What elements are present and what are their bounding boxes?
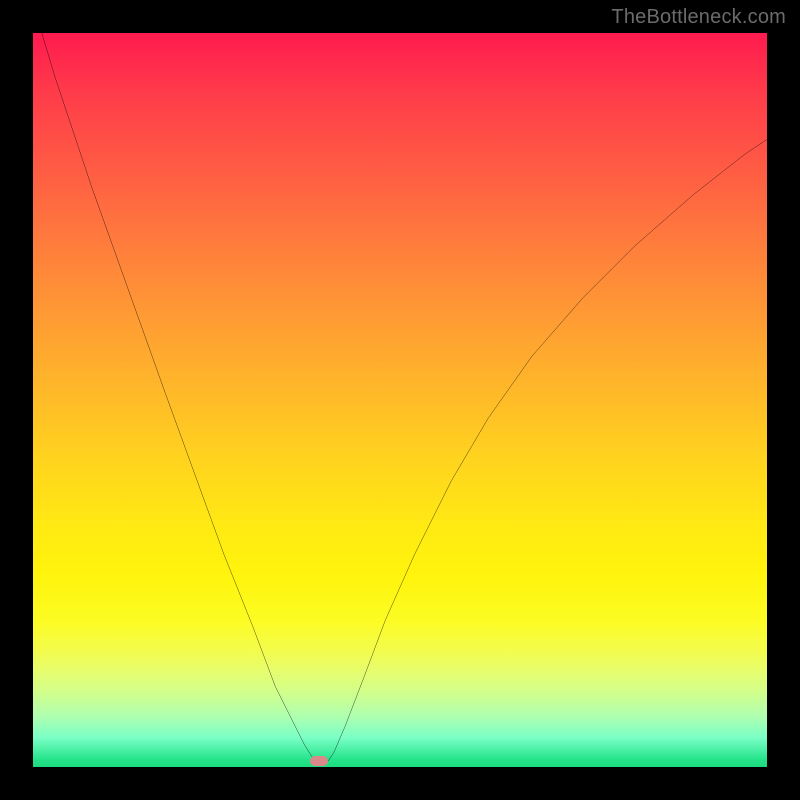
chart-frame: TheBottleneck.com [0,0,800,800]
plot-area [33,33,767,767]
optimal-point-marker [310,756,328,766]
watermark-text: TheBottleneck.com [611,6,786,29]
bottleneck-curve [33,33,767,767]
